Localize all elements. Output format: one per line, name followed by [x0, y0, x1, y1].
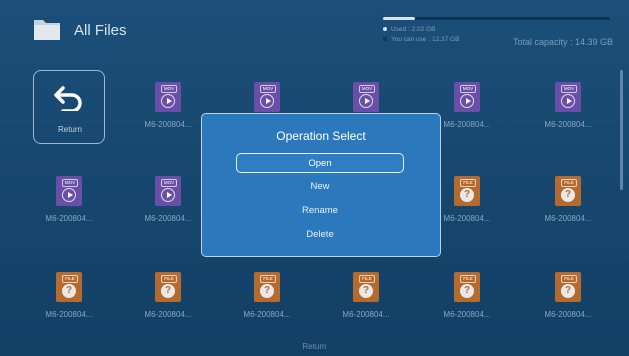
storage-info: Used : 2.02 GB You can use : 12.37 GB To…: [383, 13, 613, 53]
file-item[interactable]: FILE? M6-200804...: [25, 262, 113, 334]
file-item[interactable]: FILE? M6-200804...: [223, 262, 311, 334]
file-item[interactable]: MOV M6-200804...: [524, 72, 612, 144]
free-dot-icon: [383, 37, 387, 42]
file-name: M6-200804...: [243, 310, 291, 319]
unknown-file-icon: FILE?: [454, 272, 480, 302]
option-open[interactable]: Open: [236, 153, 404, 173]
return-tile[interactable]: Return: [33, 70, 105, 144]
unknown-file-icon: FILE?: [555, 272, 581, 302]
file-name: M6-200804...: [45, 310, 93, 319]
video-file-icon: MOV: [555, 82, 581, 112]
used-dot-icon: [383, 27, 387, 32]
question-mark-icon: ?: [359, 284, 373, 298]
file-item[interactable]: MOV M6-200804...: [124, 166, 212, 238]
file-type-tag: MOV: [62, 179, 78, 187]
file-name: M6-200804...: [144, 120, 192, 129]
video-file-icon: MOV: [454, 82, 480, 112]
file-type-tag: FILE: [161, 275, 177, 283]
file-item[interactable]: MOV M6-200804...: [25, 166, 113, 238]
file-type-tag: MOV: [161, 179, 177, 187]
file-name: M6-200804...: [544, 310, 592, 319]
file-item[interactable]: FILE? M6-200804...: [322, 262, 410, 334]
video-file-icon: MOV: [155, 82, 181, 112]
option-delete[interactable]: Delete: [236, 225, 404, 245]
play-icon: [62, 188, 76, 202]
file-name: M6-200804...: [144, 214, 192, 223]
file-type-tag: MOV: [359, 85, 375, 93]
file-manager-screen: All Files Used : 2.02 GB You can use : 1…: [0, 0, 629, 356]
file-name: M6-200804...: [342, 310, 390, 319]
file-type-tag: FILE: [62, 275, 78, 283]
used-label: Used : 2.02 GB: [391, 26, 436, 33]
file-type-tag: FILE: [460, 275, 476, 283]
file-item[interactable]: FILE? M6-200804...: [524, 166, 612, 238]
play-icon: [161, 188, 175, 202]
operation-select-dialog: Operation Select Open New Rename Delete: [201, 113, 441, 257]
scrollbar[interactable]: [620, 70, 623, 190]
question-mark-icon: ?: [561, 284, 575, 298]
folder-icon: [34, 20, 60, 40]
file-type-tag: FILE: [561, 275, 577, 283]
video-file-icon: MOV: [254, 82, 280, 112]
return-arrow-icon: [54, 86, 82, 111]
return-tile-label: Return: [57, 125, 82, 134]
question-mark-icon: ?: [561, 188, 575, 202]
unknown-file-icon: FILE?: [56, 272, 82, 302]
file-type-tag: FILE: [260, 275, 276, 283]
file-name: M6-200804...: [144, 310, 192, 319]
storage-bar-used: [383, 17, 415, 20]
file-item[interactable]: FILE? M6-200804...: [524, 262, 612, 334]
file-type-tag: MOV: [161, 85, 177, 93]
play-icon: [359, 94, 373, 108]
bottom-return-label[interactable]: Return: [0, 342, 629, 351]
file-name: M6-200804...: [544, 120, 592, 129]
file-item[interactable]: MOV M6-200804...: [124, 72, 212, 144]
unknown-file-icon: FILE?: [353, 272, 379, 302]
file-type-tag: MOV: [561, 85, 577, 93]
file-type-tag: MOV: [260, 85, 276, 93]
file-name: M6-200804...: [544, 214, 592, 223]
file-name: M6-200804...: [443, 310, 491, 319]
play-icon: [260, 94, 274, 108]
question-mark-icon: ?: [62, 284, 76, 298]
file-type-tag: MOV: [460, 85, 476, 93]
unknown-file-icon: FILE?: [254, 272, 280, 302]
option-new[interactable]: New: [236, 177, 404, 197]
file-type-tag: FILE: [359, 275, 375, 283]
storage-bar: [383, 17, 610, 20]
play-icon: [161, 94, 175, 108]
question-mark-icon: ?: [161, 284, 175, 298]
question-mark-icon: ?: [260, 284, 274, 298]
file-item[interactable]: FILE? M6-200804...: [423, 262, 511, 334]
video-file-icon: MOV: [353, 82, 379, 112]
unknown-file-icon: FILE?: [454, 176, 480, 206]
file-type-tag: FILE: [561, 179, 577, 187]
video-file-icon: MOV: [56, 176, 82, 206]
question-mark-icon: ?: [460, 284, 474, 298]
play-icon: [460, 94, 474, 108]
question-mark-icon: ?: [460, 188, 474, 202]
unknown-file-icon: FILE?: [155, 272, 181, 302]
video-file-icon: MOV: [155, 176, 181, 206]
unknown-file-icon: FILE?: [555, 176, 581, 206]
page-title: All Files: [74, 22, 127, 39]
used-legend: Used : 2.02 GB: [383, 26, 435, 33]
file-type-tag: FILE: [460, 179, 476, 187]
file-item[interactable]: FILE? M6-200804...: [124, 262, 212, 334]
free-legend: You can use : 12.37 GB: [383, 36, 459, 43]
free-label: You can use : 12.37 GB: [391, 36, 460, 43]
header: All Files Used : 2.02 GB You can use : 1…: [0, 0, 629, 56]
option-rename[interactable]: Rename: [236, 201, 404, 221]
file-name: M6-200804...: [45, 214, 93, 223]
dialog-title: Operation Select: [276, 129, 366, 143]
total-capacity: Total capacity : 14.39 GB: [512, 37, 613, 47]
play-icon: [561, 94, 575, 108]
